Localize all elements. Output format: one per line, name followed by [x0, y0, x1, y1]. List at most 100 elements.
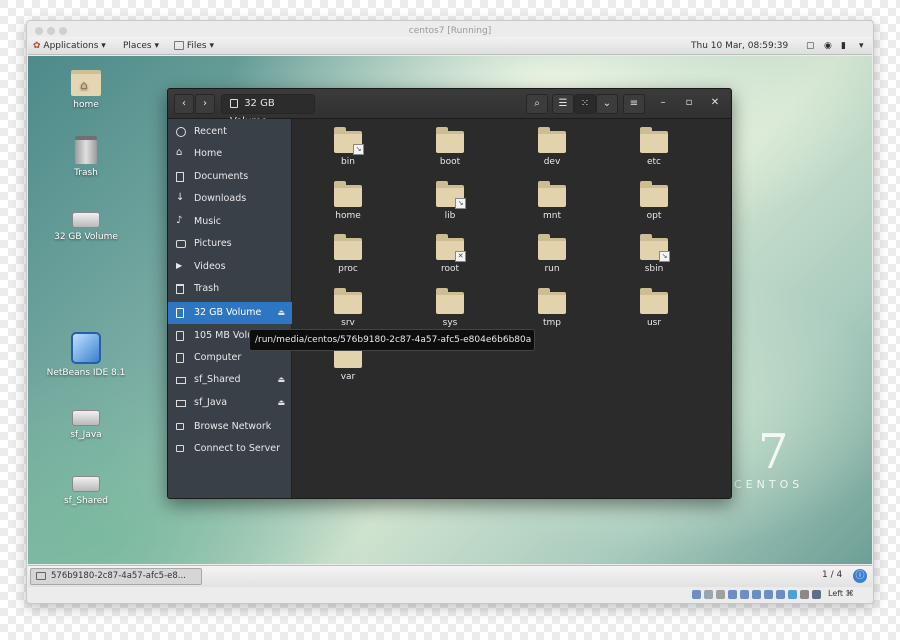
sidebar-item-sf-java[interactable]: sf_Java ⏏ [168, 392, 292, 414]
menu-button[interactable]: ≡ [623, 94, 645, 114]
sidebar-item-trash[interactable]: Trash [168, 278, 292, 300]
folder-item-lib[interactable]: ↘ lib [405, 181, 495, 221]
sidebar-item-home[interactable]: ⌂ Home [168, 143, 292, 165]
folder-icon [538, 234, 566, 260]
desktop-icon-sf-shared[interactable]: sf_Shared [46, 470, 126, 506]
optical-drive-icon[interactable] [704, 590, 713, 599]
chevron-left-icon: ‹ [182, 98, 186, 109]
folder-item-run[interactable]: run [507, 234, 597, 274]
back-button[interactable]: ‹ [174, 94, 194, 114]
folder-icon [538, 288, 566, 314]
netbeans-icon [71, 332, 101, 364]
folder-item-sbin[interactable]: ↘ sbin [609, 234, 699, 274]
network-icon [176, 423, 184, 430]
workspace-switcher-icon[interactable]: ⓘ [853, 569, 867, 583]
volume-icon[interactable]: ◉ [824, 37, 832, 55]
keyboard-icon[interactable] [812, 590, 821, 599]
folder-name: boot [439, 157, 461, 167]
folder-item-dev[interactable]: dev [507, 127, 597, 167]
locked-emblem-icon: ✕ [455, 251, 466, 262]
mouse-integration-icon[interactable] [800, 590, 809, 599]
sidebar-item-recent[interactable]: Recent [168, 121, 292, 143]
folder-name: root [440, 264, 460, 274]
sidebar-item-documents[interactable]: Documents [168, 166, 292, 188]
desktop-icon-home[interactable]: ⌂ home [46, 70, 126, 110]
network-icon[interactable] [728, 590, 737, 599]
display-icon[interactable] [764, 590, 773, 599]
applications-menu[interactable]: ✿ Applications ▾ [33, 37, 106, 55]
desktop-icon-trash[interactable]: Trash [46, 136, 126, 178]
sidebar-item-music[interactable]: ♪ Music [168, 211, 292, 233]
sidebar-item-label: sf_Shared [194, 374, 241, 385]
folder-item-var[interactable]: var [303, 342, 393, 382]
view-options-button[interactable]: ⌄ [596, 94, 618, 114]
folder-item-proc[interactable]: proc [303, 234, 393, 274]
centos-7-logo: 7 [758, 424, 789, 480]
files-window: ‹ › 32 GB Volume ⌕ ☰ ⁙ ⌄ ≡ – ▫ ✕ [167, 88, 732, 499]
battery-icon[interactable]: ▮ [841, 37, 846, 55]
folder-item-etc[interactable]: etc [609, 127, 699, 167]
usb-icon[interactable] [740, 590, 749, 599]
sidebar-item-videos[interactable]: ▶ Videos [168, 256, 292, 278]
eject-icon[interactable]: ⏏ [277, 302, 285, 324]
files-icon [174, 41, 184, 50]
folder-item-mnt[interactable]: mnt [507, 181, 597, 221]
desktop-icon-32gb-volume[interactable]: 32 GB Volume [46, 206, 126, 242]
folder-icon [334, 181, 362, 207]
clock[interactable]: Thu 10 Mar, 08:59:39 [691, 37, 788, 55]
folder-item-tmp[interactable]: tmp [507, 288, 597, 328]
minimize-button[interactable]: – [653, 94, 673, 114]
cpu-icon[interactable] [788, 590, 797, 599]
sidebar-tooltip: /run/media/centos/576b9180-2c87-4a57-afc… [249, 329, 535, 351]
folder-icon [436, 127, 464, 153]
folder-item-sys[interactable]: sys [405, 288, 495, 328]
folder-item-srv[interactable]: srv [303, 288, 393, 328]
grid-icon: ⁙ [580, 98, 590, 109]
centos-watermark: 7 CENTOS [734, 428, 803, 491]
recording-icon[interactable] [776, 590, 785, 599]
desktop-icon-sf-java[interactable]: sf_Java [46, 404, 126, 440]
forward-button[interactable]: › [195, 94, 215, 114]
folder-item-boot[interactable]: boot [405, 127, 495, 167]
folder-icon [640, 127, 668, 153]
sidebar-item-label: Recent [194, 126, 227, 137]
audio-icon[interactable] [716, 590, 725, 599]
gnome-top-bar: ✿ Applications ▾ Places ▾ Files ▾ Thu 10… [28, 37, 872, 55]
workspace-indicator[interactable]: 1 / 4 [822, 570, 842, 580]
folder-name: lib [444, 211, 456, 221]
sidebar-item-sf-shared[interactable]: sf_Shared ⏏ [168, 369, 292, 391]
shared-folders-icon[interactable] [752, 590, 761, 599]
taskbar-window-button[interactable]: 576b9180-2c87-4a57-afc5-e8... [30, 568, 202, 585]
files-menu[interactable]: Files ▾ [174, 37, 214, 55]
close-button[interactable]: ✕ [705, 94, 725, 114]
folder-item-bin[interactable]: ↘ bin [303, 127, 393, 167]
grid-view-button[interactable]: ⁙ [574, 94, 596, 114]
folder-item-home[interactable]: home [303, 181, 393, 221]
eject-icon[interactable]: ⏏ [277, 392, 285, 414]
sidebar-item-downloads[interactable]: ↓ Downloads [168, 188, 292, 210]
folder-item-root[interactable]: ✕ root [405, 234, 495, 274]
eject-icon[interactable]: ⏏ [277, 369, 285, 391]
sidebar-item-connect-to-server[interactable]: Connect to Server [168, 438, 292, 460]
path-bar-button[interactable]: 32 GB Volume [221, 94, 315, 127]
system-menu-chevron-icon[interactable]: ▾ [859, 37, 864, 55]
drive-icon [176, 331, 184, 341]
folder-icon [640, 181, 668, 207]
sidebar-item-32gb-volume[interactable]: 32 GB Volume ⏏ [168, 302, 292, 324]
drive-icon [176, 377, 186, 384]
folder-item-opt[interactable]: opt [609, 181, 699, 221]
search-button[interactable]: ⌕ [526, 94, 548, 114]
desktop-icon-netbeans[interactable]: NetBeans IDE 8.1 [46, 332, 126, 378]
list-view-button[interactable]: ☰ [552, 94, 574, 114]
sidebar-item-pictures[interactable]: Pictures [168, 233, 292, 255]
places-menu[interactable]: Places ▾ [123, 37, 159, 55]
maximize-button[interactable]: ▫ [679, 94, 699, 114]
hard-disk-icon[interactable] [692, 590, 701, 599]
folder-name: home [335, 211, 361, 221]
sidebar-item-browse-network[interactable]: Browse Network [168, 416, 292, 438]
folder-item-usr[interactable]: usr [609, 288, 699, 328]
screen-icon[interactable]: ▢ [806, 37, 815, 55]
folder-grid: ↘ bin boot dev etc home ↘ lib mnt opt pr… [293, 119, 731, 498]
drive-icon [176, 308, 184, 318]
sidebar-item-label: Videos [194, 261, 226, 272]
